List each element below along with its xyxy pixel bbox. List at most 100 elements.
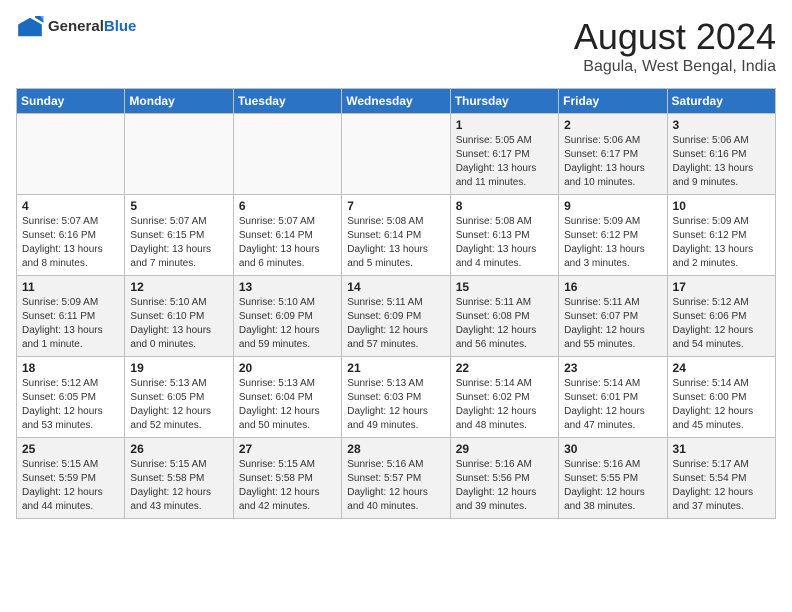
calendar-cell: 15Sunrise: 5:11 AMSunset: 6:08 PMDayligh…	[450, 276, 558, 357]
calendar-cell: 31Sunrise: 5:17 AMSunset: 5:54 PMDayligh…	[667, 438, 775, 519]
day-number: 14	[347, 280, 444, 294]
day-info: Sunrise: 5:13 AMSunset: 6:04 PMDaylight:…	[239, 377, 336, 433]
day-number: 22	[456, 361, 553, 375]
calendar-cell: 29 Sunrise: 5:16 AMSunset: 5:56 PMDayligh…	[450, 438, 558, 519]
day-number: 29	[456, 442, 553, 456]
day-info: Sunrise: 5:16 AMSunset: 5:57 PMDaylight:…	[347, 458, 444, 514]
calendar-cell: 10 Sunrise: 5:09 AMSunset: 6:12 PMDayligh…	[667, 195, 775, 276]
day-info: Sunrise: 5:12 AMSunset: 6:06 PMDaylight:…	[673, 296, 770, 352]
title-block: August 2024 Bagula, West Bengal, India	[574, 16, 776, 76]
day-info: Sunrise: 5:14 AMSunset: 6:00 PMDaylight:…	[673, 377, 770, 433]
day-number: 7	[347, 199, 444, 213]
day-info: Sunrise: 5:13 AMSunset: 6:05 PMDaylight:…	[130, 377, 227, 433]
page-subtitle: Bagula, West Bengal, India	[574, 58, 776, 76]
day-info: Sunrise: 5:10 AMSunset: 6:10 PMDaylight:…	[130, 296, 227, 352]
day-number: 26	[130, 442, 227, 456]
day-info: Sunrise: 5:11 AMSunset: 6:09 PMDaylight:…	[347, 296, 444, 352]
day-number: 11	[22, 280, 119, 294]
day-info: Sunrise: 5:12 AMSunset: 6:05 PMDaylight:…	[22, 377, 119, 433]
day-info: Sunrise: 5:15 AMSunset: 5:58 PMDaylight:…	[239, 458, 336, 514]
calendar-cell: 27 Sunrise: 5:15 AMSunset: 5:58 PMDayligh…	[233, 438, 341, 519]
calendar-cell: 12 Sunrise: 5:10 AMSunset: 6:10 PMDayligh…	[125, 276, 233, 357]
weekday-header: Saturday	[667, 89, 775, 114]
day-number: 31	[673, 442, 770, 456]
day-number: 2	[564, 118, 661, 132]
day-number: 19	[130, 361, 227, 375]
day-number: 1	[456, 118, 553, 132]
calendar-cell: 26 Sunrise: 5:15 AMSunset: 5:58 PMDayligh…	[125, 438, 233, 519]
day-info: Sunrise: 5:07 AMSunset: 6:14 PMDaylight:…	[239, 215, 336, 271]
calendar-cell	[125, 114, 233, 195]
day-info: Sunrise: 5:08 AMSunset: 6:13 PMDaylight:…	[456, 215, 553, 271]
day-number: 28	[347, 442, 444, 456]
calendar-cell	[233, 114, 341, 195]
day-number: 5	[130, 199, 227, 213]
day-info: Sunrise: 5:09 AMSunset: 6:12 PMDaylight:…	[564, 215, 661, 271]
logo-icon	[16, 16, 44, 38]
day-info: Sunrise: 5:10 AMSunset: 6:09 PMDaylight:…	[239, 296, 336, 352]
day-info: Sunrise: 5:06 AMSunset: 6:16 PMDaylight:…	[673, 134, 770, 190]
calendar-cell: 19 Sunrise: 5:13 AMSunset: 6:05 PMDayligh…	[125, 357, 233, 438]
weekday-header: Tuesday	[233, 89, 341, 114]
day-number: 21	[347, 361, 444, 375]
page-header: GeneralBlue August 2024 Bagula, West Ben…	[16, 16, 776, 76]
day-info: Sunrise: 5:09 AMSunset: 6:11 PMDaylight:…	[22, 296, 119, 352]
calendar-cell: 11 Sunrise: 5:09 AMSunset: 6:11 PMDayligh…	[17, 276, 125, 357]
day-number: 6	[239, 199, 336, 213]
calendar-week-row: 1 Sunrise: 5:05 AMSunset: 6:17 PMDaylight…	[17, 114, 776, 195]
day-info: Sunrise: 5:09 AMSunset: 6:12 PMDaylight:…	[673, 215, 770, 271]
calendar-cell: 4 Sunrise: 5:07 AMSunset: 6:16 PMDaylight…	[17, 195, 125, 276]
weekday-header: Thursday	[450, 89, 558, 114]
day-info: Sunrise: 5:06 AMSunset: 6:17 PMDaylight:…	[564, 134, 661, 190]
calendar-cell: 3 Sunrise: 5:06 AMSunset: 6:16 PMDaylight…	[667, 114, 775, 195]
calendar-cell: 18 Sunrise: 5:12 AMSunset: 6:05 PMDayligh…	[17, 357, 125, 438]
day-info: Sunrise: 5:14 AMSunset: 6:01 PMDaylight:…	[564, 377, 661, 433]
day-number: 12	[130, 280, 227, 294]
calendar-cell: 16 Sunrise: 5:11 AMSunset: 6:07 PMDayligh…	[559, 276, 667, 357]
calendar-cell: 9Sunrise: 5:09 AMSunset: 6:12 PMDaylight…	[559, 195, 667, 276]
day-info: Sunrise: 5:13 AMSunset: 6:03 PMDaylight:…	[347, 377, 444, 433]
calendar-week-row: 25Sunrise: 5:15 AMSunset: 5:59 PMDayligh…	[17, 438, 776, 519]
day-info: Sunrise: 5:16 AMSunset: 5:56 PMDaylight:…	[456, 458, 553, 514]
calendar-cell: 14 Sunrise: 5:11 AMSunset: 6:09 PMDayligh…	[342, 276, 450, 357]
day-number: 8	[456, 199, 553, 213]
page-title: August 2024	[574, 16, 776, 58]
day-number: 18	[22, 361, 119, 375]
day-number: 10	[673, 199, 770, 213]
day-number: 17	[673, 280, 770, 294]
day-info: Sunrise: 5:11 AMSunset: 6:08 PMDaylight:…	[456, 296, 553, 352]
calendar-cell: 21 Sunrise: 5:13 AMSunset: 6:03 PMDayligh…	[342, 357, 450, 438]
day-info: Sunrise: 5:14 AMSunset: 6:02 PMDaylight:…	[456, 377, 553, 433]
calendar-cell: 7 Sunrise: 5:08 AMSunset: 6:14 PMDaylight…	[342, 195, 450, 276]
day-info: Sunrise: 5:07 AMSunset: 6:15 PMDaylight:…	[130, 215, 227, 271]
day-number: 3	[673, 118, 770, 132]
day-number: 27	[239, 442, 336, 456]
day-number: 16	[564, 280, 661, 294]
day-number: 24	[673, 361, 770, 375]
day-info: Sunrise: 5:15 AMSunset: 5:59 PMDaylight:…	[22, 458, 119, 514]
calendar-header-row: SundayMondayTuesdayWednesdayThursdayFrid…	[17, 89, 776, 114]
day-info: Sunrise: 5:15 AMSunset: 5:58 PMDaylight:…	[130, 458, 227, 514]
calendar-cell: 5 Sunrise: 5:07 AMSunset: 6:15 PMDaylight…	[125, 195, 233, 276]
day-number: 20	[239, 361, 336, 375]
day-info: Sunrise: 5:07 AMSunset: 6:16 PMDaylight:…	[22, 215, 119, 271]
weekday-header: Sunday	[17, 89, 125, 114]
calendar-cell: 24 Sunrise: 5:14 AMSunset: 6:00 PMDayligh…	[667, 357, 775, 438]
day-info: Sunrise: 5:11 AMSunset: 6:07 PMDaylight:…	[564, 296, 661, 352]
day-info: Sunrise: 5:08 AMSunset: 6:14 PMDaylight:…	[347, 215, 444, 271]
calendar-cell: 6 Sunrise: 5:07 AMSunset: 6:14 PMDaylight…	[233, 195, 341, 276]
calendar-cell: 17 Sunrise: 5:12 AMSunset: 6:06 PMDayligh…	[667, 276, 775, 357]
calendar-cell: 28 Sunrise: 5:16 AMSunset: 5:57 PMDayligh…	[342, 438, 450, 519]
calendar: SundayMondayTuesdayWednesdayThursdayFrid…	[16, 88, 776, 519]
calendar-cell: 25Sunrise: 5:15 AMSunset: 5:59 PMDayligh…	[17, 438, 125, 519]
calendar-cell: 23Sunrise: 5:14 AMSunset: 6:01 PMDayligh…	[559, 357, 667, 438]
calendar-week-row: 18 Sunrise: 5:12 AMSunset: 6:05 PMDayligh…	[17, 357, 776, 438]
logo-general: GeneralBlue	[48, 18, 136, 36]
calendar-week-row: 11 Sunrise: 5:09 AMSunset: 6:11 PMDayligh…	[17, 276, 776, 357]
weekday-header: Monday	[125, 89, 233, 114]
calendar-cell: 30Sunrise: 5:16 AMSunset: 5:55 PMDayligh…	[559, 438, 667, 519]
logo: GeneralBlue	[16, 16, 136, 38]
day-number: 4	[22, 199, 119, 213]
day-info: Sunrise: 5:05 AMSunset: 6:17 PMDaylight:…	[456, 134, 553, 190]
calendar-cell: 2 Sunrise: 5:06 AMSunset: 6:17 PMDaylight…	[559, 114, 667, 195]
